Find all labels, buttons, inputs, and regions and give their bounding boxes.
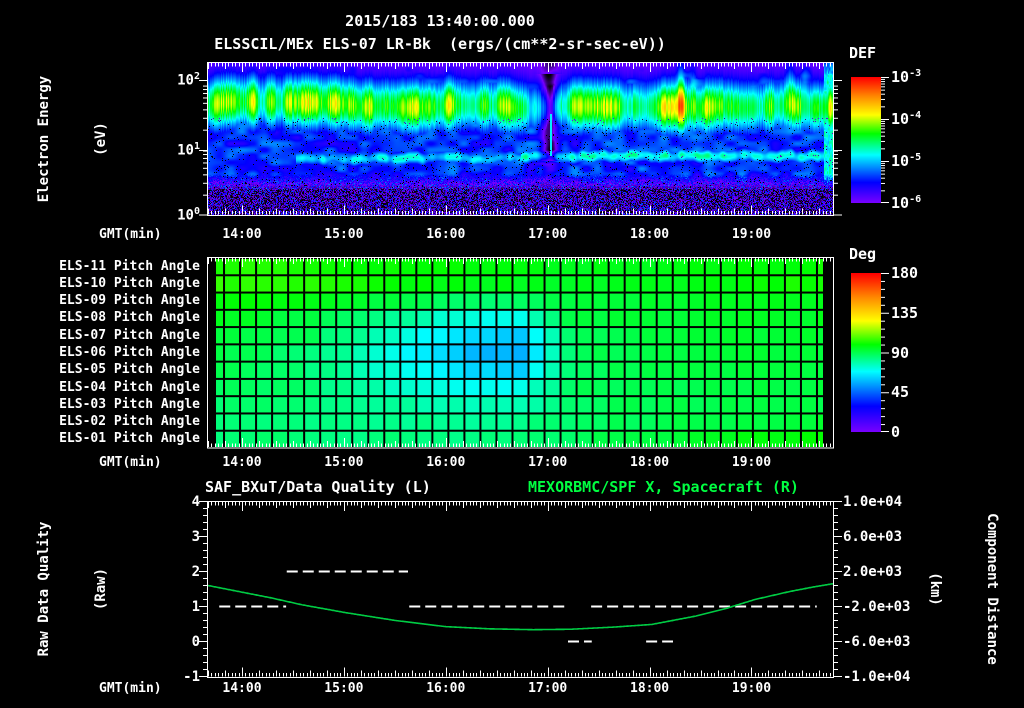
distance-axis-label-line1: Component Distance (984, 513, 1000, 665)
deg-tick-label: 0 (891, 423, 901, 441)
quality-tick-label: 0 (191, 634, 200, 650)
plot-page: 2015/183 13:40:00.000 ELSSCIL/MEx ELS-07… (0, 0, 1024, 708)
hour-tick-label-panel1: 18:00 (629, 227, 670, 242)
def-colorbar (851, 77, 893, 204)
bottom-left-title: SAF_BXuT/Data Quality (L) (205, 478, 431, 496)
gmt-label-panel2: GMT(min) (99, 455, 162, 470)
pitch-row-label: ELS-07 Pitch Angle (59, 327, 200, 343)
pitch-row-label: ELS-04 Pitch Angle (59, 379, 200, 395)
quality-tick-label: 3 (191, 529, 200, 545)
pitch-angle-plot (197, 257, 844, 449)
pitch-row-label: ELS-05 Pitch Angle (59, 362, 200, 378)
hour-tick-label-panel2: 15:00 (324, 455, 364, 470)
distance-tick-label: 6.0e+03 (843, 529, 903, 545)
def-tick-1e-4: 10-4 (891, 110, 922, 128)
hour-tick-label-panel3: 14:00 (222, 681, 262, 696)
pitch-row-label: ELS-09 Pitch Angle (59, 293, 200, 309)
energy-tick-100ev: 102 (177, 71, 200, 89)
page-title-datetime: 2015/183 13:40:00.000 (345, 12, 535, 30)
pitch-row-label: ELS-06 Pitch Angle (59, 345, 200, 360)
deg-colorbar-title: Deg (849, 245, 877, 263)
hour-tick-label-panel3: 18:00 (629, 681, 670, 696)
energy-tick-1ev: 100 (177, 206, 200, 224)
quality-axis-label-line1: Raw Data Quality (36, 521, 52, 657)
quality-tick-label: 4 (191, 494, 200, 510)
pitch-row-label: ELS-08 Pitch Angle (59, 310, 200, 326)
def-tick-1e-3: 10-3 (891, 68, 922, 86)
gmt-label-panel1: GMT(min) (99, 227, 162, 242)
distance-axis-label-line2: (km) (927, 572, 943, 606)
quality-axis-label: Raw Data Quality (Raw) (0, 522, 149, 657)
energy-axis-label: Electron Energy (eV) (0, 76, 149, 202)
distance-tick-label: -2.0e+03 (843, 599, 911, 615)
page-title-instrument: ELSSCIL/MEx ELS-07 LR-Bk (ergs/(cm**2-sr… (214, 35, 666, 53)
energy-axis-label-line2: (eV) (93, 122, 109, 156)
quality-tick-label: -1 (183, 669, 200, 685)
pitch-row-label: ELS-10 Pitch Angle (59, 275, 200, 291)
pitch-row-label: ELS-03 Pitch Angle (59, 396, 200, 412)
deg-tick-label: 135 (891, 303, 919, 322)
deg-tick-label: 45 (891, 383, 910, 402)
hour-tick-label-panel2: 18:00 (629, 455, 670, 470)
hour-tick-label-panel2: 14:00 (222, 455, 262, 470)
def-tick-1e-6: 10-6 (891, 194, 922, 212)
distance-tick-label: 2.0e+03 (843, 564, 903, 580)
hour-tick-label-panel1: 19:00 (731, 227, 772, 242)
quality-axis-label-line2: (Raw) (93, 567, 109, 611)
hour-tick-label-panel1: 14:00 (222, 227, 262, 242)
deg-tick-label: 90 (891, 343, 910, 362)
quality-distance-plot (197, 501, 844, 679)
distance-tick-label: 1.0e+04 (843, 494, 903, 510)
quality-tick-label: 1 (191, 599, 200, 615)
def-colorbar-title: DEF (849, 44, 877, 62)
hour-tick-label-panel3: 15:00 (324, 681, 364, 696)
bottom-right-title: MEXORBMC/SPF X, Spacecraft (R) (528, 478, 799, 496)
hour-tick-label-panel2: 19:00 (731, 455, 772, 470)
distance-tick-label: -1.0e+04 (843, 669, 911, 685)
hour-tick-label-panel1: 15:00 (324, 227, 364, 242)
quality-tick-label: 2 (191, 564, 200, 580)
pitch-row-label: ELS-11 Pitch Angle (59, 258, 200, 274)
pitch-row-label: ELS-01 Pitch Angle (59, 431, 200, 447)
hour-tick-label-panel3: 17:00 (528, 681, 568, 696)
electron-energy-spectrogram-plot (197, 62, 844, 216)
energy-axis-label-line1: Electron Energy (36, 75, 52, 203)
energy-tick-10ev: 101 (177, 141, 200, 159)
deg-colorbar (851, 273, 893, 433)
hour-tick-label-panel2: 17:00 (528, 455, 568, 470)
hour-tick-label-panel3: 16:00 (426, 681, 466, 696)
deg-tick-label: 180 (891, 264, 919, 282)
distance-tick-label: -6.0e+03 (843, 634, 911, 650)
hour-tick-label-panel2: 16:00 (426, 455, 466, 470)
hour-tick-label-panel3: 19:00 (731, 681, 772, 696)
hour-tick-label-panel1: 17:00 (528, 227, 568, 242)
hour-tick-label-panel1: 16:00 (426, 227, 466, 242)
pitch-row-label: ELS-02 Pitch Angle (59, 414, 200, 430)
def-tick-1e-5: 10-5 (891, 152, 922, 170)
